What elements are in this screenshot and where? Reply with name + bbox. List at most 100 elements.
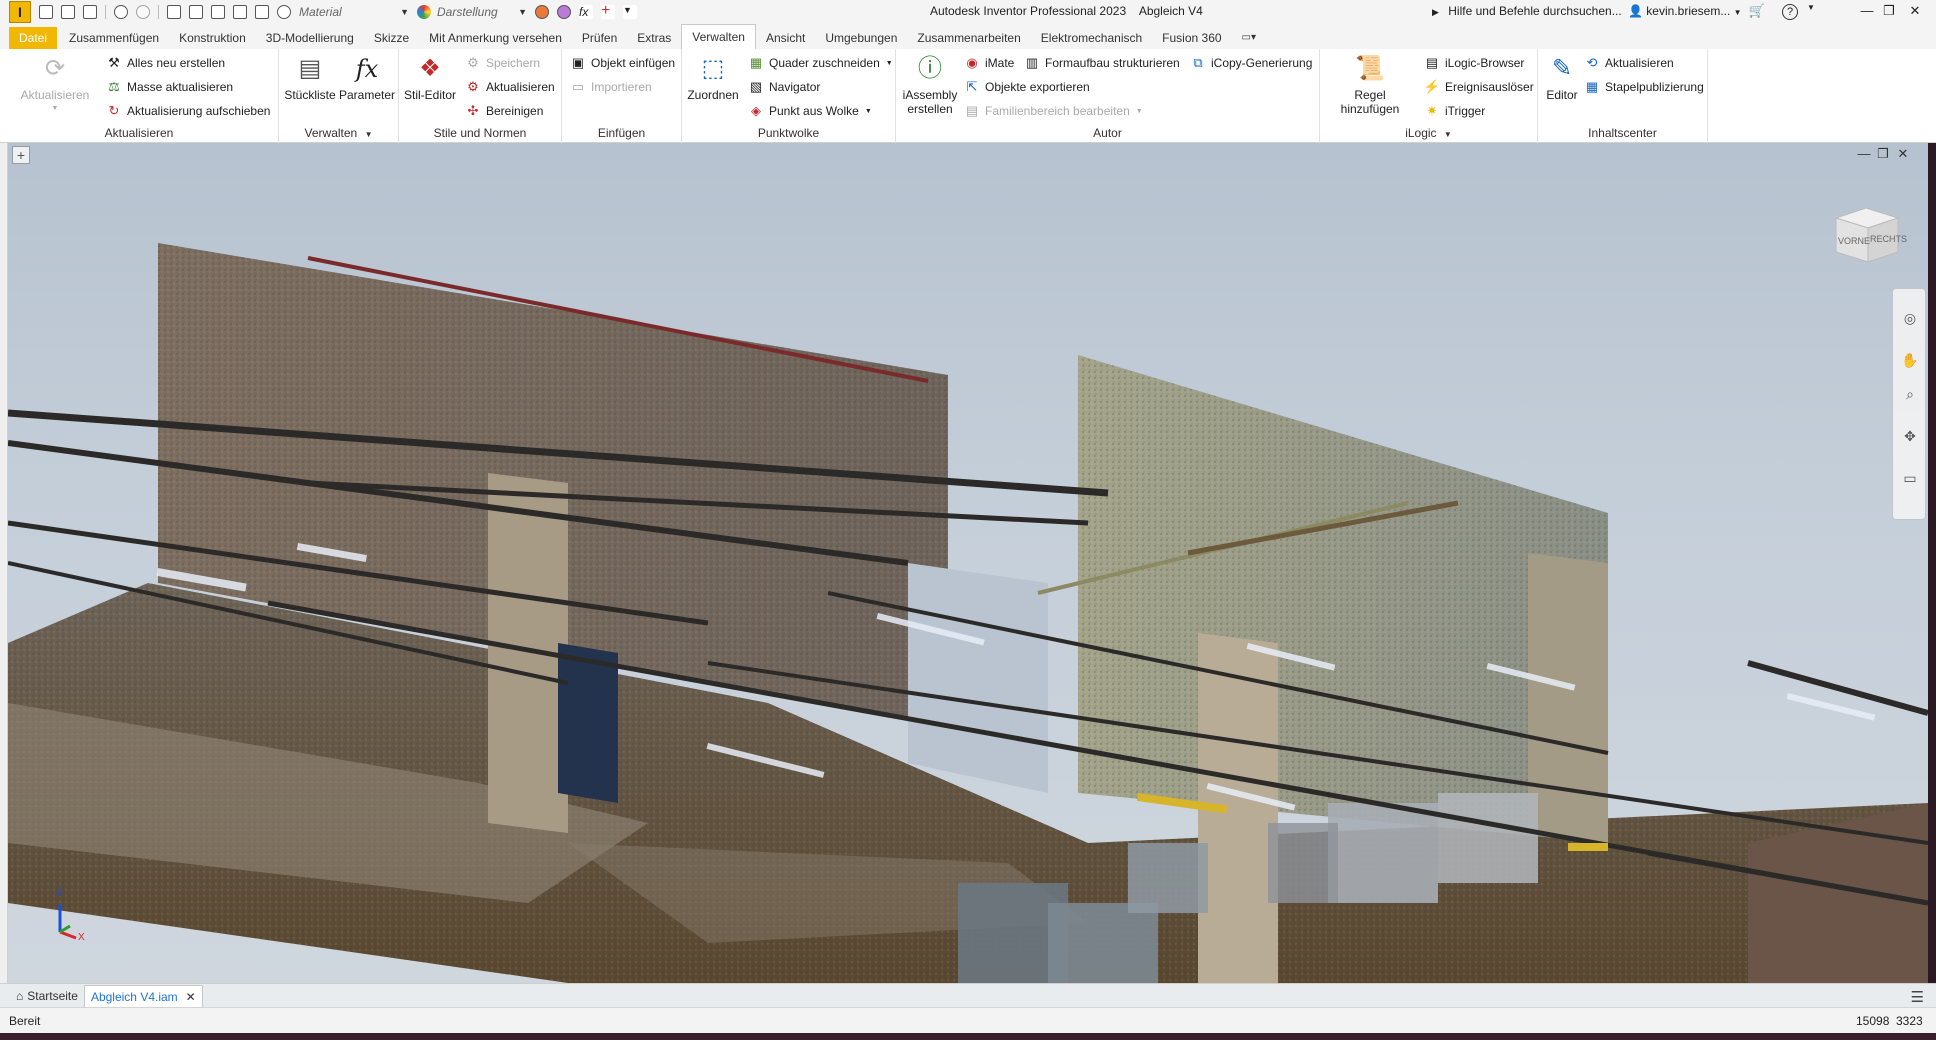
chevron-right-icon: ▶ (1432, 7, 1439, 17)
tab-verwalten[interactable]: Verwalten (681, 24, 756, 49)
tab-skizze[interactable]: Skizze (364, 27, 419, 49)
home-icon[interactable] (167, 5, 181, 19)
user-account[interactable]: 👤 kevin.briesem... ▼ (1628, 4, 1742, 18)
save-icon[interactable] (83, 5, 97, 19)
fx-parameter-icon: fx (355, 55, 379, 83)
viewport-minimize-button[interactable]: — (1856, 146, 1872, 162)
steering-wheel-icon[interactable]: ◎ (1901, 309, 1919, 327)
zuordnen-label: Zuordnen (687, 88, 739, 102)
ilogic-title-label: iLogic (1405, 126, 1437, 140)
iassembly-erstellen-button[interactable]: ⓘ iAssembly erstellen (900, 53, 960, 117)
appearance-dropdown[interactable]: Darstellung ▼ (417, 5, 527, 19)
ilogic-browser-button[interactable]: ▤ iLogic-Browser (1424, 54, 1525, 72)
measure-icon[interactable] (211, 5, 225, 19)
color-override-icon[interactable] (535, 5, 549, 19)
aktualisieren-big-button[interactable]: ⟳ Aktualisieren ▼ (20, 53, 90, 116)
customize-icon[interactable]: ▼ (623, 5, 637, 19)
look-at-icon[interactable]: ▭ (1901, 469, 1919, 487)
material-sphere-icon[interactable] (277, 5, 291, 19)
doc-tab-abgleich[interactable]: Abgleich V4.iam ✕ (83, 985, 203, 1008)
user-name-label: kevin.briesem... (1646, 4, 1731, 18)
add-icon[interactable]: + (601, 3, 615, 19)
minimize-button[interactable]: — (1858, 3, 1876, 21)
doc-tab-startseite[interactable]: ⌂ Startseite (10, 985, 84, 1007)
alles-neu-erstellen-button[interactable]: ⚒ Alles neu erstellen (106, 54, 225, 72)
aktualisierung-aufschieben-button[interactable]: ↻ Aktualisierung aufschieben (106, 102, 271, 120)
redo-icon[interactable] (136, 5, 150, 19)
tab-zusammenarbeiten[interactable]: Zusammenarbeiten (907, 27, 1030, 49)
panel-toggle-icon[interactable]: ▭▾ (1232, 27, 1266, 49)
panel-autor: ⓘ iAssembly erstellen ◉ iMate ▥ Formaufb… (896, 49, 1320, 143)
zoom-icon[interactable]: ⌕ (1901, 385, 1919, 403)
inventor-logo-icon[interactable]: I (9, 1, 31, 23)
icopy-generierung-button[interactable]: ⧉ iCopy-Generierung (1190, 54, 1312, 72)
speichern-button[interactable]: ⚙ Speichern (465, 54, 540, 72)
doc-tab-startseite-label: Startseite (27, 989, 78, 1003)
document-menu-icon[interactable]: ☰ (1911, 988, 1924, 1006)
punkt-aus-wolke-button[interactable]: ◈ Punkt aus Wolke ▼ (748, 102, 872, 120)
material-dropdown[interactable]: Material ▼ (299, 5, 409, 19)
cart-icon[interactable]: 🛒 (1748, 3, 1766, 21)
tab-datei[interactable]: Datei (9, 27, 58, 49)
chevron-down-icon: ▼ (400, 7, 409, 17)
formaufbau-button[interactable]: ▥ Formaufbau strukturieren (1024, 54, 1180, 72)
add-view-button[interactable]: + (12, 146, 30, 164)
properties-icon[interactable] (255, 5, 269, 19)
stapelpublizierung-button[interactable]: ▦ Stapelpublizierung (1584, 78, 1704, 96)
clear-override-icon[interactable] (557, 5, 571, 19)
regel-hinzufuegen-button[interactable]: 📜 Regel hinzufügen (1324, 53, 1416, 117)
zuordnen-button[interactable]: ⬚ Zuordnen (686, 53, 740, 103)
imate-button[interactable]: ◉ iMate (964, 54, 1014, 72)
panel-title-verwalten[interactable]: Verwalten ▼ (279, 126, 398, 140)
panel-title-ilogic[interactable]: iLogic ▼ (1320, 126, 1537, 140)
quader-zuschneiden-button[interactable]: ▦ Quader zuschneiden ▼ (748, 54, 893, 72)
open-file-icon[interactable] (61, 5, 75, 19)
undo-icon[interactable] (114, 5, 128, 19)
objekt-einfuegen-button[interactable]: ▣ Objekt einfügen (570, 54, 675, 72)
orbit-icon[interactable]: ✥ (1901, 427, 1919, 445)
viewport-close-button[interactable]: ✕ (1895, 146, 1911, 162)
close-tab-icon[interactable]: ✕ (186, 986, 196, 1008)
fx-icon[interactable]: fx (579, 5, 593, 19)
tab-konstruktion[interactable]: Konstruktion (169, 27, 256, 49)
new-file-icon[interactable] (39, 5, 53, 19)
point-cloud-scene[interactable] (8, 143, 1928, 983)
close-button[interactable]: ✕ (1906, 3, 1924, 21)
itrigger-button[interactable]: ✷ iTrigger (1424, 102, 1486, 120)
ereignisausloeser-button[interactable]: ⚡ Ereignisauslöser (1424, 78, 1534, 96)
tab-extras[interactable]: Extras (627, 27, 681, 49)
copy-icon[interactable] (189, 5, 203, 19)
help-icon[interactable]: ? (1782, 4, 1798, 20)
tab-umgebungen[interactable]: Umgebungen (815, 27, 907, 49)
mold-structure-icon: ▥ (1025, 55, 1039, 70)
tab-fusion-360[interactable]: Fusion 360 (1152, 27, 1231, 49)
importieren-button[interactable]: ▭ Importieren (570, 78, 652, 96)
graphics-viewport[interactable] (8, 143, 1928, 983)
tab-ansicht[interactable]: Ansicht (756, 27, 815, 49)
status-text: Bereit (9, 1014, 41, 1028)
viewport-maximize-button[interactable]: ❐ (1875, 146, 1891, 162)
tab-elektromechanisch[interactable]: Elektromechanisch (1031, 27, 1152, 49)
model-browser-collapsed-strip[interactable] (0, 143, 8, 983)
bereinigen-button[interactable]: ✣ Bereinigen (465, 102, 544, 120)
tab-3d-modellierung[interactable]: 3D-Modellierung (256, 27, 364, 49)
help-search-field[interactable]: ▶ Hilfe und Befehle durchsuchen... (1432, 4, 1622, 18)
stil-aktualisieren-button[interactable]: ⚙ Aktualisieren (465, 78, 555, 96)
viewcube[interactable]: VORNE RECHTS (1830, 200, 1907, 264)
stueckliste-button[interactable]: ▤ Stückliste (283, 53, 337, 103)
masse-aktualisieren-button[interactable]: ⚖ Masse aktualisieren (106, 78, 233, 96)
restore-button[interactable]: ❐ (1880, 3, 1898, 21)
tab-zusammenfuegen[interactable]: Zusammenfügen (59, 27, 169, 49)
editor-button[interactable]: ✎ Editor (1542, 53, 1582, 103)
tab-pruefen[interactable]: Prüfen (572, 27, 627, 49)
navigator-button[interactable]: ▧ Navigator (748, 78, 821, 96)
pan-icon[interactable]: ✋ (1901, 351, 1919, 369)
tab-anmerkung[interactable]: Mit Anmerkung versehen (419, 27, 572, 49)
select-icon[interactable] (233, 5, 247, 19)
help-chevron-icon[interactable]: ▼ (1802, 3, 1820, 21)
familienbereich-button[interactable]: ▤ Familienbereich bearbeiten ▼ (964, 102, 1143, 120)
parameter-button[interactable]: fx Parameter (339, 53, 395, 102)
ic-aktualisieren-button[interactable]: ⟲ Aktualisieren (1584, 54, 1674, 72)
objekte-exportieren-button[interactable]: ⇱ Objekte exportieren (964, 78, 1090, 96)
stil-editor-button[interactable]: ❖ Stil-Editor (403, 53, 457, 103)
